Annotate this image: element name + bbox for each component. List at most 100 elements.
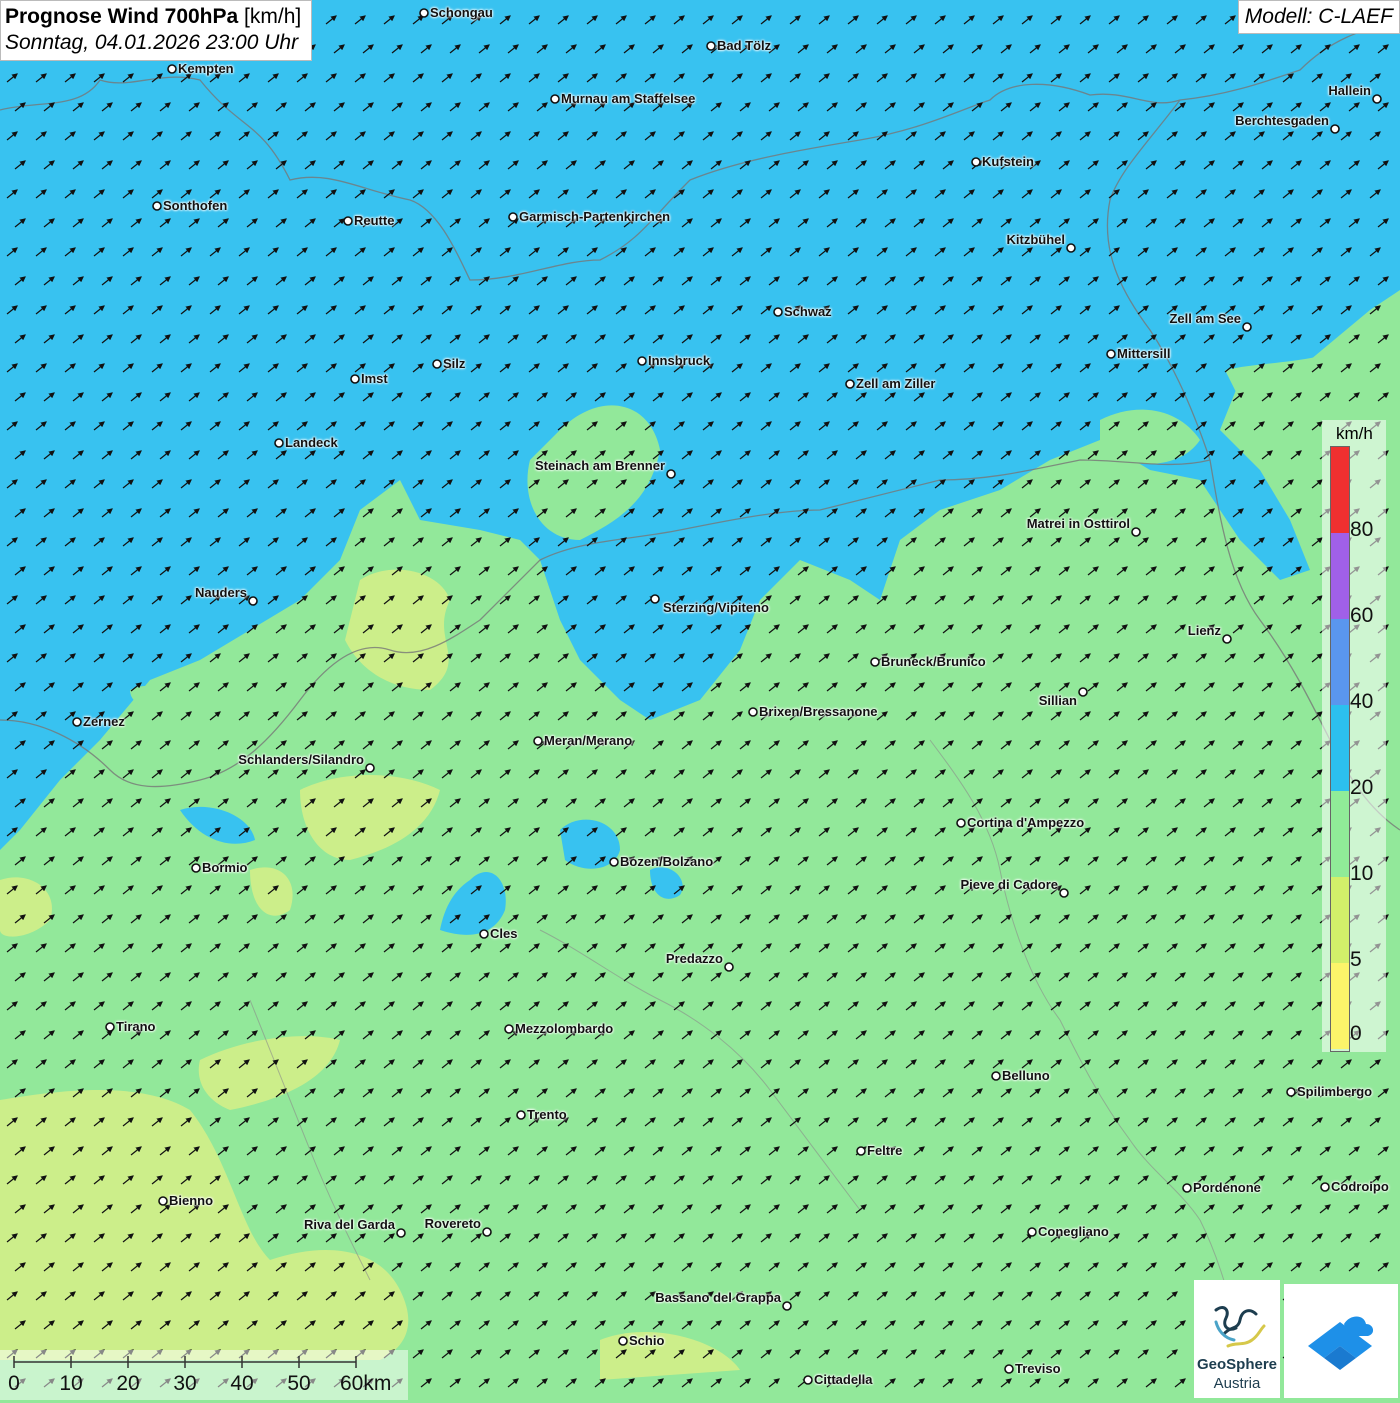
city-marker — [666, 469, 676, 479]
legend-color-step — [1331, 533, 1349, 619]
city-marker — [1059, 888, 1069, 898]
city-marker — [482, 1227, 492, 1237]
city-label: Cles — [490, 926, 518, 941]
legend-label: 60 — [1350, 604, 1374, 627]
legend-color-step — [1331, 619, 1349, 705]
city-marker — [1131, 527, 1141, 537]
city-marker — [782, 1301, 792, 1311]
city-marker — [248, 596, 258, 606]
city-marker — [1222, 634, 1232, 644]
city-label: Steinach am Brenner — [534, 458, 665, 473]
city-marker — [1106, 349, 1116, 359]
city-label: Landeck — [285, 435, 338, 450]
city-label: Conegliano — [1038, 1224, 1109, 1239]
city-marker — [845, 379, 855, 389]
city-label: Bruneck/Brunico — [881, 654, 986, 669]
city-marker — [706, 41, 716, 51]
city-marker — [191, 863, 201, 873]
geosphere-emblem-icon — [1214, 1306, 1266, 1348]
legend-label: 5 — [1350, 948, 1362, 971]
city-marker — [419, 8, 429, 18]
city-label: Bozen/Bolzano — [620, 854, 714, 869]
city-marker — [350, 374, 360, 384]
city-marker — [1242, 322, 1252, 332]
city-label: Cittadella — [814, 1372, 873, 1387]
title-box: Prognose Wind 700hPa [km/h] Sonntag, 04.… — [0, 0, 313, 61]
city-label: Nauders — [194, 585, 247, 600]
city-label: Spilimbergo — [1297, 1084, 1373, 1099]
city-label: Zernez — [83, 714, 125, 729]
city-label: Kempten — [178, 61, 234, 76]
city-marker — [152, 201, 162, 211]
city-marker — [650, 594, 660, 604]
city-label: Imst — [361, 371, 388, 386]
city-marker — [856, 1146, 866, 1156]
city-label: Sterzing/Vipiteno — [663, 600, 769, 615]
legend-label: 20 — [1350, 776, 1374, 799]
city-marker — [1182, 1183, 1192, 1193]
city-marker — [971, 157, 981, 167]
city-label: Codroipo — [1331, 1179, 1389, 1194]
city-label: Sonthofen — [163, 198, 228, 213]
city-label: Hallein — [1328, 83, 1371, 98]
city-label: Schlanders/Silandro — [238, 752, 364, 767]
city-marker — [396, 1228, 406, 1238]
city-label: Kitzbühel — [1006, 232, 1066, 247]
city-marker — [1004, 1364, 1014, 1374]
scale-label: 30 — [173, 1372, 197, 1395]
legend-label: 80 — [1350, 518, 1374, 541]
legend-color-step — [1331, 963, 1349, 1049]
city-marker — [516, 1110, 526, 1120]
city-label: Tirano — [116, 1019, 156, 1034]
city-marker — [432, 359, 442, 369]
model-label: Modell: C-LAEF — [1237, 0, 1400, 34]
city-label: Brixen/Bressanone — [759, 704, 878, 719]
city-marker — [274, 438, 284, 448]
city-label: Feltre — [867, 1143, 903, 1158]
city-marker — [1320, 1182, 1330, 1192]
city-label: Silz — [443, 356, 466, 371]
city-label: Bad Tölz — [717, 38, 772, 53]
legend-label: 10 — [1350, 862, 1374, 885]
city-marker — [773, 307, 783, 317]
city-label: Murnau am Staffelsee — [561, 91, 696, 106]
scale-label: 40 — [230, 1372, 254, 1395]
city-label: Treviso — [1015, 1361, 1061, 1376]
city-label: Rovereto — [424, 1216, 481, 1231]
city-marker — [343, 216, 353, 226]
city-label: Belluno — [1002, 1068, 1050, 1083]
city-label: Mezzolombardo — [515, 1021, 614, 1036]
city-marker — [803, 1375, 813, 1385]
city-marker — [550, 94, 560, 104]
legend-label: 0 — [1350, 1022, 1362, 1045]
city-marker — [479, 929, 489, 939]
city-marker — [72, 717, 82, 727]
city-marker — [637, 356, 647, 366]
legend-label: 40 — [1350, 690, 1374, 713]
city-label: Predazzo — [665, 951, 723, 966]
geosphere-name: GeoSphere — [1196, 1356, 1278, 1373]
city-label: Schwaz — [784, 304, 832, 319]
scale-bar: 0 10 20 30 40 50 60km — [0, 1350, 408, 1400]
city-marker — [508, 212, 518, 222]
app-logo — [1284, 1284, 1398, 1398]
geosphere-country: Austria — [1213, 1375, 1261, 1392]
city-label: Sillian — [1038, 693, 1077, 708]
city-marker — [1330, 124, 1340, 134]
city-marker — [105, 1022, 115, 1032]
city-label: Trento — [527, 1107, 567, 1122]
geosphere-logo: GeoSphere Austria — [1194, 1280, 1280, 1398]
scale-label: 50 — [287, 1372, 311, 1395]
city-label: Schio — [629, 1333, 665, 1348]
city-label: Matrei in Osttirol — [1026, 516, 1130, 531]
city-label: Schongau — [430, 5, 493, 20]
map-title: Prognose Wind 700hPa [km/h] — [5, 4, 301, 30]
city-marker — [167, 64, 177, 74]
city-marker — [158, 1196, 168, 1206]
legend-color-step — [1331, 877, 1349, 963]
city-label: Cortina d'Ampezzo — [967, 815, 1085, 830]
scale-label: 60km — [340, 1372, 392, 1395]
scale-label: 10 — [59, 1372, 83, 1395]
city-label: Kufstein — [982, 154, 1034, 169]
city-label: Berchtesgaden — [1235, 113, 1329, 128]
